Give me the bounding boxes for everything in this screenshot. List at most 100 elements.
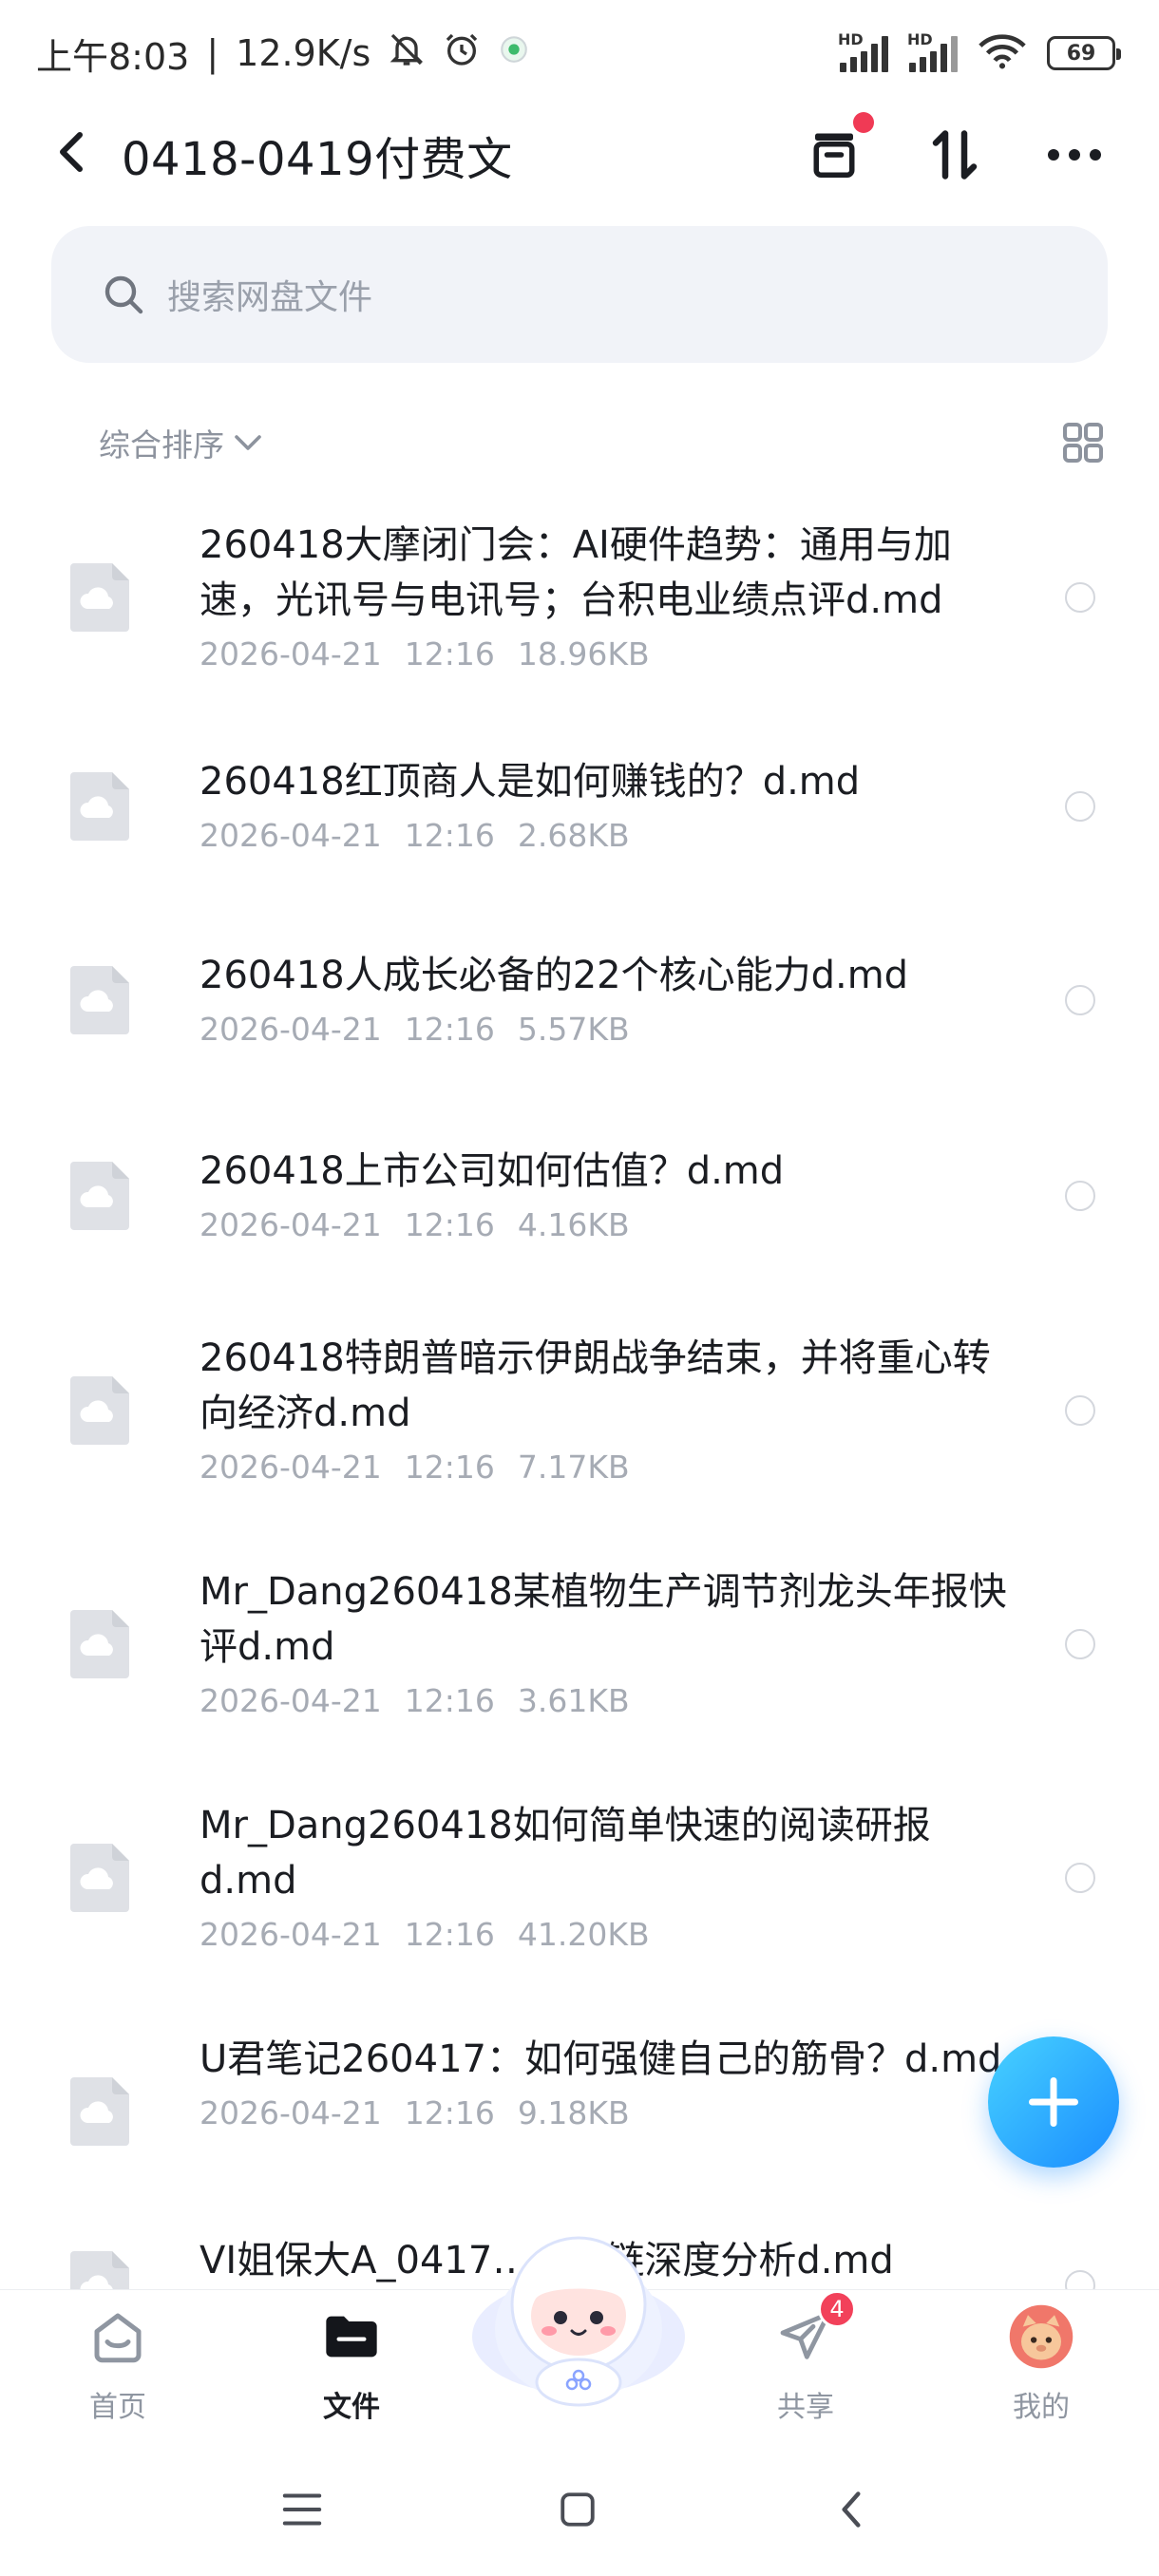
- square-icon: [560, 2492, 595, 2527]
- search-input[interactable]: 搜索网盘文件: [51, 226, 1108, 363]
- file-cloud-icon: [68, 2075, 131, 2148]
- bell-off-icon: [388, 30, 426, 77]
- folder-icon: [318, 2303, 385, 2370]
- hd-label-1: HD: [838, 30, 864, 48]
- nav-files-label: 文件: [323, 2391, 380, 2424]
- file-meta: 2026-04-21 12:16 41.20KB: [200, 1916, 1016, 1953]
- select-checkbox[interactable]: [1065, 1863, 1095, 1893]
- select-checkbox[interactable]: [1065, 791, 1095, 822]
- transfer-list-button[interactable]: [801, 112, 874, 188]
- file-text: Mr_Dang260418某植物生产调节剂龙头年报快评d.md 2026-04-2…: [200, 1564, 1016, 1719]
- app-root: 上午8:03 | 12.9K/s HD HD 69 0418-0419付费文 搜…: [0, 0, 1159, 2576]
- file-size: 4.16KB: [517, 1206, 630, 1243]
- list-item[interactable]: 260418特朗普暗示伊朗战争结束，并将重心转向经济d.md 2026-04-21…: [0, 1294, 1159, 1527]
- more-button[interactable]: [1041, 122, 1108, 188]
- nav-me-label: 我的: [1013, 2391, 1070, 2424]
- file-text: U君笔记260417：如何强健自己的筋骨？d.md 2026-04-21 12:16…: [200, 2032, 1016, 2131]
- nav-share-label: 共享: [777, 2391, 834, 2424]
- sort-row: 综合排序: [0, 408, 1159, 475]
- back-button[interactable]: [46, 125, 99, 179]
- file-meta: 2026-04-21 12:16 5.57KB: [200, 1011, 1016, 1048]
- list-item[interactable]: Mr_Dang260418如何简单快速的阅读研报d.md 2026-04-21 12…: [0, 1761, 1159, 1995]
- search-placeholder: 搜索网盘文件: [167, 278, 373, 317]
- menu-button[interactable]: [274, 2481, 331, 2538]
- file-date: 2026-04-21: [200, 1449, 382, 1486]
- file-date: 2026-04-21: [200, 1206, 382, 1243]
- home-button[interactable]: [549, 2481, 606, 2538]
- battery-level: 69: [1066, 41, 1096, 66]
- mascot-icon: [472, 2236, 685, 2407]
- file-name: 260418上市公司如何估值？d.md: [200, 1149, 785, 1193]
- file-meta: 2026-04-21 12:16 2.68KB: [200, 817, 1016, 854]
- file-text: 260418特朗普暗示伊朗战争结束，并将重心转向经济d.md 2026-04-21…: [200, 1331, 1016, 1486]
- file-size: 41.20KB: [517, 1916, 650, 1953]
- file-size: 5.57KB: [517, 1011, 630, 1048]
- battery-icon: 69: [1047, 36, 1121, 70]
- chevron-down-icon: [235, 435, 261, 450]
- system-nav-bar: [0, 2443, 1159, 2576]
- status-divider: |: [206, 32, 219, 74]
- select-checkbox[interactable]: [1065, 1629, 1095, 1659]
- file-time: 12:16: [404, 1916, 495, 1953]
- nav-home[interactable]: 首页: [42, 2303, 194, 2436]
- alarm-icon: [443, 30, 481, 77]
- menu-icon: [282, 2493, 322, 2526]
- list-item[interactable]: 260418大摩闭门会：AI硬件趋势：通用与加速，光讯号与电讯号；台积电业绩点评…: [0, 484, 1159, 710]
- select-checkbox[interactable]: [1065, 2270, 1095, 2289]
- header: 0418-0419付费文: [0, 104, 1159, 199]
- file-size: 7.17KB: [517, 1449, 630, 1486]
- signal-icon-2: HD: [907, 30, 958, 72]
- select-checkbox[interactable]: [1065, 1395, 1095, 1426]
- add-button[interactable]: [988, 2036, 1119, 2168]
- file-text: 260418大摩闭门会：AI硬件趋势：通用与加速，光讯号与电讯号；台积电业绩点评…: [200, 518, 1016, 672]
- app-indicator-icon: [498, 32, 530, 74]
- list-item[interactable]: 260418人成长必备的22个核心能力d.md 2026-04-21 12:16 5.…: [0, 902, 1159, 1098]
- file-time: 12:16: [404, 1449, 495, 1486]
- nav-share[interactable]: 4 共享: [730, 2290, 882, 2436]
- sort-label: 综合排序: [99, 426, 224, 464]
- share-badge: 4: [818, 2290, 856, 2328]
- file-name: Mr_Dang260418如何简单快速的阅读研报d.md: [200, 1804, 931, 1903]
- file-date: 2026-04-21: [200, 817, 382, 854]
- select-checkbox[interactable]: [1065, 985, 1095, 1015]
- avatar: [1008, 2303, 1074, 2370]
- signal-icon-1: HD: [838, 30, 888, 72]
- file-time: 12:16: [404, 635, 495, 672]
- archive-icon: [813, 133, 855, 178]
- list-item[interactable]: U君笔记260417：如何强健自己的筋骨？d.md 2026-04-21 12:16…: [0, 1995, 1159, 2228]
- file-date: 2026-04-21: [200, 1682, 382, 1719]
- grid-view-icon[interactable]: [1060, 420, 1106, 465]
- list-item[interactable]: 260418红顶商人是如何赚钱的？d.md 2026-04-21 12:16 2.68…: [0, 710, 1159, 902]
- file-size: 9.18KB: [517, 2094, 630, 2131]
- nav-files[interactable]: 文件: [276, 2303, 428, 2436]
- search-icon: [104, 275, 143, 314]
- sort-button[interactable]: [922, 122, 988, 188]
- file-name: 260418大摩闭门会：AI硬件趋势：通用与加速，光讯号与电讯号；台积电业绩点评…: [200, 523, 952, 622]
- home-icon: [85, 2303, 151, 2370]
- list-item[interactable]: Mr_Dang260418某植物生产调节剂龙头年报快评d.md 2026-04-2…: [0, 1527, 1159, 1761]
- page-title: 0418-0419付费文: [122, 133, 513, 186]
- mascot-assistant-button[interactable]: [469, 2223, 688, 2413]
- more-horizontal-icon: [1048, 149, 1101, 161]
- file-date: 2026-04-21: [200, 1011, 382, 1048]
- status-bar: 上午8:03 | 12.9K/s HD HD 69: [0, 0, 1159, 104]
- file-time: 12:16: [404, 1206, 495, 1243]
- file-list: 260418大摩闭门会：AI硬件趋势：通用与加速，光讯号与电讯号；台积电业绩点评…: [0, 484, 1159, 2289]
- file-cloud-icon: [68, 1374, 131, 1447]
- list-item[interactable]: 260418上市公司如何估值？d.md 2026-04-21 12:16 4.16KB: [0, 1098, 1159, 1294]
- hd-label-2: HD: [907, 30, 933, 48]
- file-cloud-icon: [68, 770, 131, 843]
- status-speed: 12.9K/s: [236, 32, 371, 74]
- system-back-button[interactable]: [823, 2481, 880, 2538]
- file-cloud-icon: [68, 1842, 131, 1914]
- file-date: 2026-04-21: [200, 2094, 382, 2131]
- file-cloud-icon: [68, 1160, 131, 1232]
- sort-dropdown[interactable]: 综合排序: [99, 420, 262, 465]
- file-time: 12:16: [404, 1011, 495, 1048]
- select-checkbox[interactable]: [1065, 582, 1095, 613]
- file-text: 260418人成长必备的22个核心能力d.md 2026-04-21 12:16 5.…: [200, 948, 1016, 1048]
- nav-me[interactable]: 我的: [965, 2303, 1117, 2436]
- file-cloud-icon: [68, 561, 131, 634]
- select-checkbox[interactable]: [1065, 1181, 1095, 1211]
- status-right: HD HD 69: [838, 28, 1121, 78]
